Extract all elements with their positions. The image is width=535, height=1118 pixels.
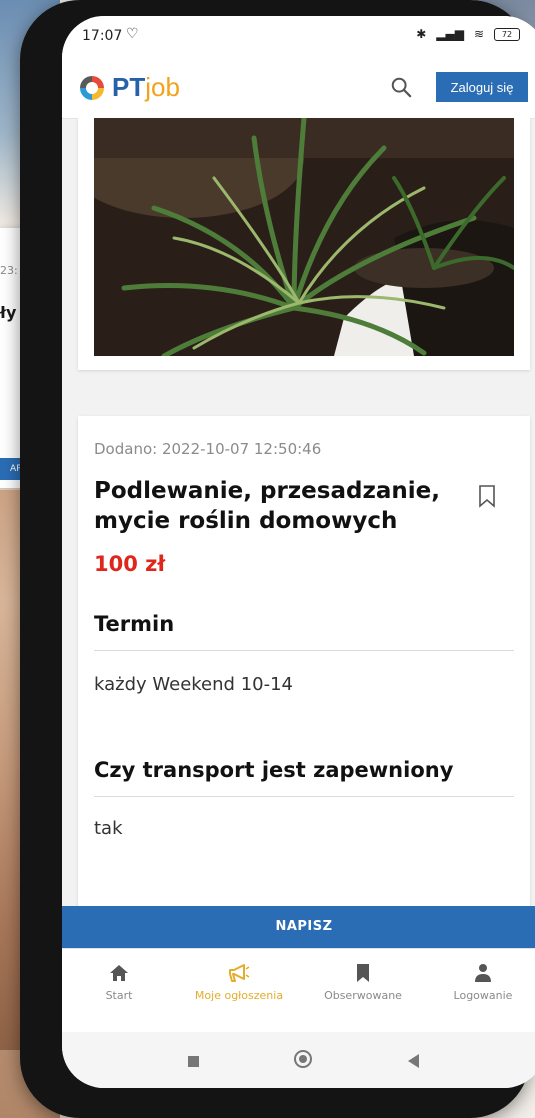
plant-illustration: [94, 118, 514, 356]
heart-outline-icon: ♡: [126, 26, 139, 42]
back-icon[interactable]: [408, 1054, 419, 1068]
scroll-content[interactable]: Dodano: 2022-10-07 12:50:46 Podlewanie, …: [62, 118, 535, 906]
nav-item-login[interactable]: Logowanie: [428, 963, 535, 1002]
background-card-time: 23:: [0, 264, 18, 277]
photo-card: [78, 118, 530, 370]
system-navigation-bar: [62, 1032, 535, 1088]
bookmark-icon[interactable]: [478, 484, 496, 508]
status-bar: 17:07 ♡ ✱ ▂▄▆ ≋ 72: [62, 16, 535, 56]
status-icons: ✱ ▂▄▆ ≋ 72: [416, 27, 520, 41]
logo-pt-text: PT: [112, 72, 146, 102]
person-icon: [475, 964, 491, 982]
section-heading-transport: Czy transport jest zapewniony: [94, 758, 454, 782]
nav-label-login: Logowanie: [453, 989, 513, 1002]
phone-screen: 17:07 ♡ ✱ ▂▄▆ ≋ 72 PT job Zaloguj się Do…: [62, 16, 535, 1088]
bookmark-icon: [357, 964, 369, 982]
home-icon: [110, 965, 128, 981]
section-value-transport: tak: [94, 818, 123, 839]
login-button[interactable]: Zaloguj się: [436, 72, 528, 102]
section-heading-termin: Termin: [94, 612, 175, 636]
battery-icon: 72: [494, 27, 520, 41]
nav-label-watched: Obserwowane: [324, 989, 402, 1002]
logo-mark-icon: [80, 75, 104, 100]
listing-price: 100 zł: [94, 552, 166, 576]
listing-photo: [94, 118, 514, 356]
nav-label-my-ads: Moje ogłoszenia: [194, 989, 284, 1002]
listing-title: Podlewanie, przesadzanie, mycie roślin d…: [94, 478, 440, 534]
added-date: Dodano: 2022-10-07 12:50:46: [94, 440, 322, 458]
nav-item-start[interactable]: Start: [64, 963, 174, 1002]
write-message-button[interactable]: NAPISZ: [62, 906, 535, 948]
background-card-title: ły: [0, 303, 17, 322]
app-header: PT job Zaloguj się: [62, 56, 535, 119]
signal-icon: ▂▄▆: [436, 27, 464, 41]
nav-label-start: Start: [105, 989, 133, 1002]
section-value-termin: każdy Weekend 10-14: [94, 674, 293, 695]
megaphone-icon: [229, 964, 250, 982]
bluetooth-icon: ✱: [416, 27, 427, 41]
search-icon[interactable]: [390, 76, 412, 98]
nav-item-my-ads[interactable]: Moje ogłoszenia: [184, 963, 294, 1002]
wifi-icon: ≋: [473, 27, 484, 41]
phone-frame: 17:07 ♡ ✱ ▂▄▆ ≋ 72 PT job Zaloguj się Do…: [20, 0, 535, 1118]
nav-item-watched[interactable]: Obserwowane: [308, 963, 418, 1002]
ptjob-logo[interactable]: PT job: [80, 72, 180, 103]
home-system-icon[interactable]: [294, 1050, 312, 1068]
status-time: 17:07: [82, 28, 123, 44]
section-divider: [94, 650, 514, 651]
recent-apps-icon[interactable]: [188, 1056, 199, 1067]
listing-detail-card: Dodano: 2022-10-07 12:50:46 Podlewanie, …: [78, 416, 530, 906]
section-divider: [94, 796, 514, 797]
bottom-navigation: Start Moje ogłoszenia Obserwowane Logowa…: [62, 948, 535, 1033]
logo-job-text: job: [145, 72, 180, 102]
